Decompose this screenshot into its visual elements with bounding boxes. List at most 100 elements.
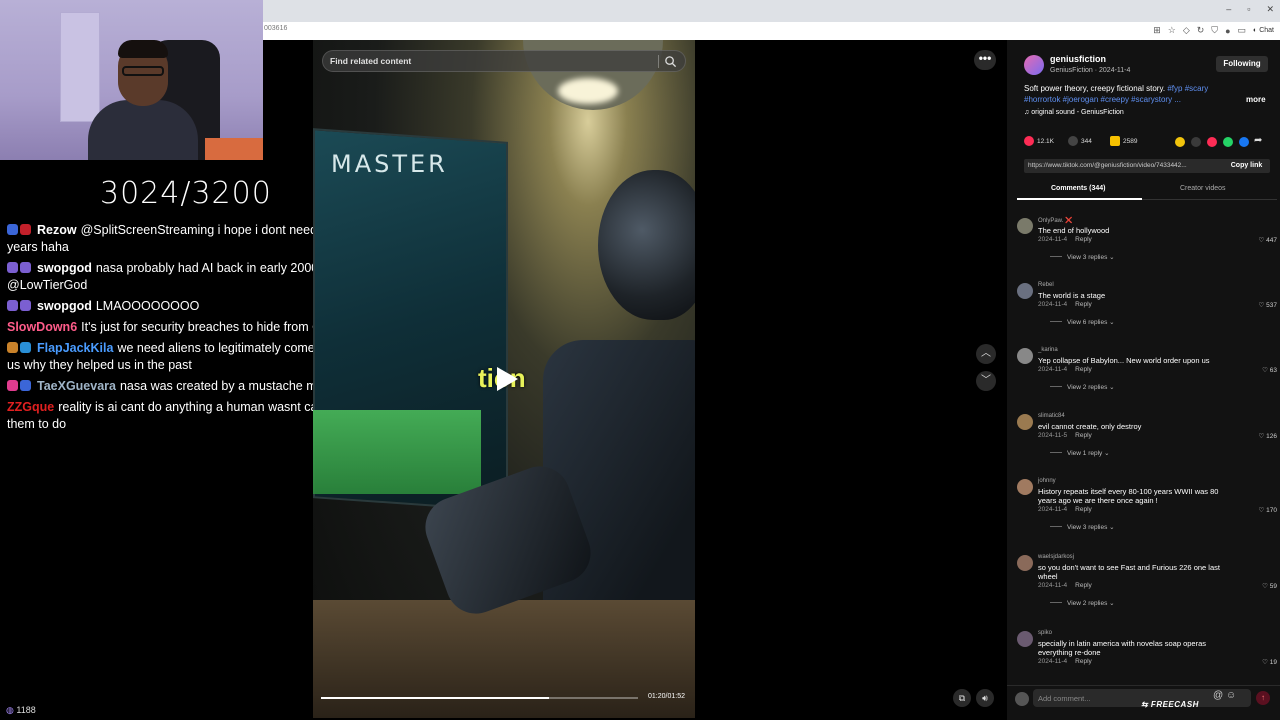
chat-username[interactable]: swopgod [37, 261, 92, 275]
comment-date: 2024-11-4 [1038, 236, 1068, 243]
comment-reply-button[interactable]: Reply [1075, 432, 1092, 439]
comment-like[interactable]: ♡ 447 [1259, 236, 1278, 244]
coin-icon[interactable] [1175, 137, 1185, 147]
comment-like[interactable]: ♡ 59 [1262, 582, 1277, 590]
comment-like[interactable]: ♡ 126 [1259, 432, 1278, 440]
volume-button[interactable]: 🔊︎ [976, 689, 994, 707]
maximize-icon[interactable]: ▫ [1247, 4, 1250, 15]
comment-avatar[interactable] [1017, 414, 1033, 430]
comment-date: 2024-11-5 [1038, 432, 1068, 439]
comment-text: The world is a stage [1038, 291, 1106, 300]
comment-username[interactable]: _karina [1038, 347, 1058, 353]
view-replies-button[interactable]: View 3 replies ⌄ [1050, 523, 1115, 531]
creator-avatar[interactable] [1024, 55, 1044, 75]
tab-creator-videos[interactable]: Creator videos [1180, 185, 1226, 192]
embed-icon[interactable] [1191, 137, 1201, 147]
like-stat[interactable]: 12.1K [1024, 136, 1054, 146]
comment-avatar[interactable] [1017, 555, 1033, 571]
refresh-icon[interactable]: ↻ [1197, 25, 1205, 36]
comment-meta: 2024-11-4 Reply [1038, 236, 1092, 243]
comment-reply-button[interactable]: Reply [1075, 366, 1092, 373]
comment-reply-button[interactable]: Reply [1075, 236, 1092, 243]
translate-icon[interactable]: ⊞ [1153, 25, 1161, 36]
more-options-button[interactable]: ••• [974, 50, 996, 70]
view-replies-label: View 3 replies [1067, 524, 1108, 531]
comment-avatar[interactable] [1017, 283, 1033, 299]
chevron-down-icon: ⌄ [1109, 600, 1115, 607]
comment-reply-button[interactable]: Reply [1075, 658, 1092, 665]
shield-icon[interactable]: ⛉ [1211, 25, 1218, 36]
profile-icon[interactable]: ● [1225, 26, 1230, 36]
mention-icon[interactable]: @ [1213, 690, 1223, 701]
comment-username[interactable]: waelsjdarkosj [1038, 554, 1074, 560]
comment-like[interactable]: ♡ 170 [1259, 506, 1278, 514]
more-link[interactable]: more [1246, 95, 1266, 104]
tab-comments[interactable]: Comments (344) [1051, 185, 1105, 192]
find-related-search[interactable]: Find related content [322, 50, 686, 72]
video-desk [313, 600, 695, 718]
view-replies-button[interactable]: View 2 replies ⌄ [1050, 383, 1115, 391]
view-replies-button[interactable]: View 2 replies ⌄ [1050, 599, 1115, 607]
original-sound[interactable]: ♫ original sound - GeniusFiction [1024, 109, 1124, 116]
chat-username[interactable]: Rezow [37, 223, 77, 237]
comment-like[interactable]: ♡ 537 [1259, 301, 1278, 309]
comment-reply-button[interactable]: Reply [1075, 506, 1092, 513]
webcam-streamer-glasses [122, 66, 164, 76]
heart-outline-icon: ♡ [1258, 237, 1265, 244]
bookmark-star-icon[interactable]: ☆ [1168, 25, 1176, 36]
view-replies-button[interactable]: View 3 replies ⌄ [1050, 253, 1115, 261]
share-link[interactable]: https://www.tiktok.com/@geniusfiction/vi… [1028, 162, 1187, 169]
search-icon[interactable] [664, 55, 677, 68]
video-progress-bar[interactable] [321, 697, 638, 699]
comment-reply-button[interactable]: Reply [1075, 301, 1092, 308]
close-icon[interactable]: ✕ [1266, 4, 1274, 15]
view-replies-button[interactable]: View 1 reply ⌄ [1050, 449, 1110, 457]
picture-in-picture-button[interactable]: ⧉ [953, 689, 971, 707]
chat-username[interactable]: ZZGque [7, 400, 54, 414]
comment-meta: 2024-11-4 Reply [1038, 658, 1092, 665]
chevron-down-icon: ⌄ [1109, 384, 1115, 391]
minimize-icon[interactable]: – [1226, 4, 1231, 15]
webcam-streamer-hair [118, 40, 168, 58]
comment-like[interactable]: ♡ 19 [1262, 658, 1277, 666]
comment-username[interactable]: slimatic84 [1038, 413, 1065, 419]
comment-avatar[interactable] [1017, 348, 1033, 364]
comment-reply-button[interactable]: Reply [1075, 582, 1092, 589]
following-button[interactable]: Following [1216, 56, 1268, 72]
comment-username[interactable]: johnny [1038, 478, 1056, 484]
emoji-icon[interactable]: ☺ [1226, 690, 1236, 701]
comment-username[interactable]: Rebel [1038, 282, 1054, 288]
comment-stat[interactable]: 344 [1068, 136, 1092, 146]
previous-video-button[interactable]: ︿ [976, 344, 996, 364]
play-icon[interactable] [491, 364, 521, 394]
send-icon[interactable] [1207, 137, 1217, 147]
comment-username[interactable]: OnlyPaw. ❌ [1038, 217, 1072, 224]
facebook-icon[interactable] [1239, 137, 1249, 147]
chat-username[interactable]: FlapJackKila [37, 341, 113, 355]
copy-link-button[interactable]: Copy link [1223, 159, 1270, 173]
whatsapp-icon[interactable] [1223, 137, 1233, 147]
post-comment-button[interactable]: ↑ [1256, 691, 1270, 705]
hashtags-line2[interactable]: #horrortok #joerogan #creepy #scarystory… [1024, 95, 1181, 104]
comment-avatar[interactable] [1017, 479, 1033, 495]
url-text[interactable]: 003616 [264, 25, 287, 32]
comment-avatar[interactable] [1017, 631, 1033, 647]
comment-username[interactable]: spiko [1038, 630, 1052, 636]
view-replies-label: View 3 replies [1067, 254, 1108, 261]
chat-button[interactable]: ◐ Chat [1253, 27, 1274, 34]
chat-username[interactable]: TaeXGuevara [37, 379, 116, 393]
view-replies-button[interactable]: View 6 replies ⌄ [1050, 318, 1115, 326]
save-stat[interactable]: 2589 [1110, 136, 1137, 146]
share-arrow-icon[interactable]: ➦ [1254, 135, 1262, 146]
comment-avatar[interactable] [1017, 218, 1033, 234]
hashtags-line1[interactable]: #fyp #scary [1167, 84, 1208, 93]
user-avatar [1015, 692, 1029, 706]
creator-name[interactable]: geniusfiction [1050, 54, 1106, 64]
chat-username[interactable]: swopgod [37, 299, 92, 313]
tab-icon[interactable]: ▭ [1238, 25, 1247, 36]
extensions-icon[interactable]: ◇ [1183, 25, 1190, 36]
comment-like[interactable]: ♡ 63 [1262, 366, 1277, 374]
next-video-button[interactable]: ﹀ [976, 371, 996, 391]
chat-username[interactable]: SlowDown6 [7, 320, 77, 334]
creator-subline: GeniusFiction · 2024-11-4 [1050, 67, 1131, 74]
